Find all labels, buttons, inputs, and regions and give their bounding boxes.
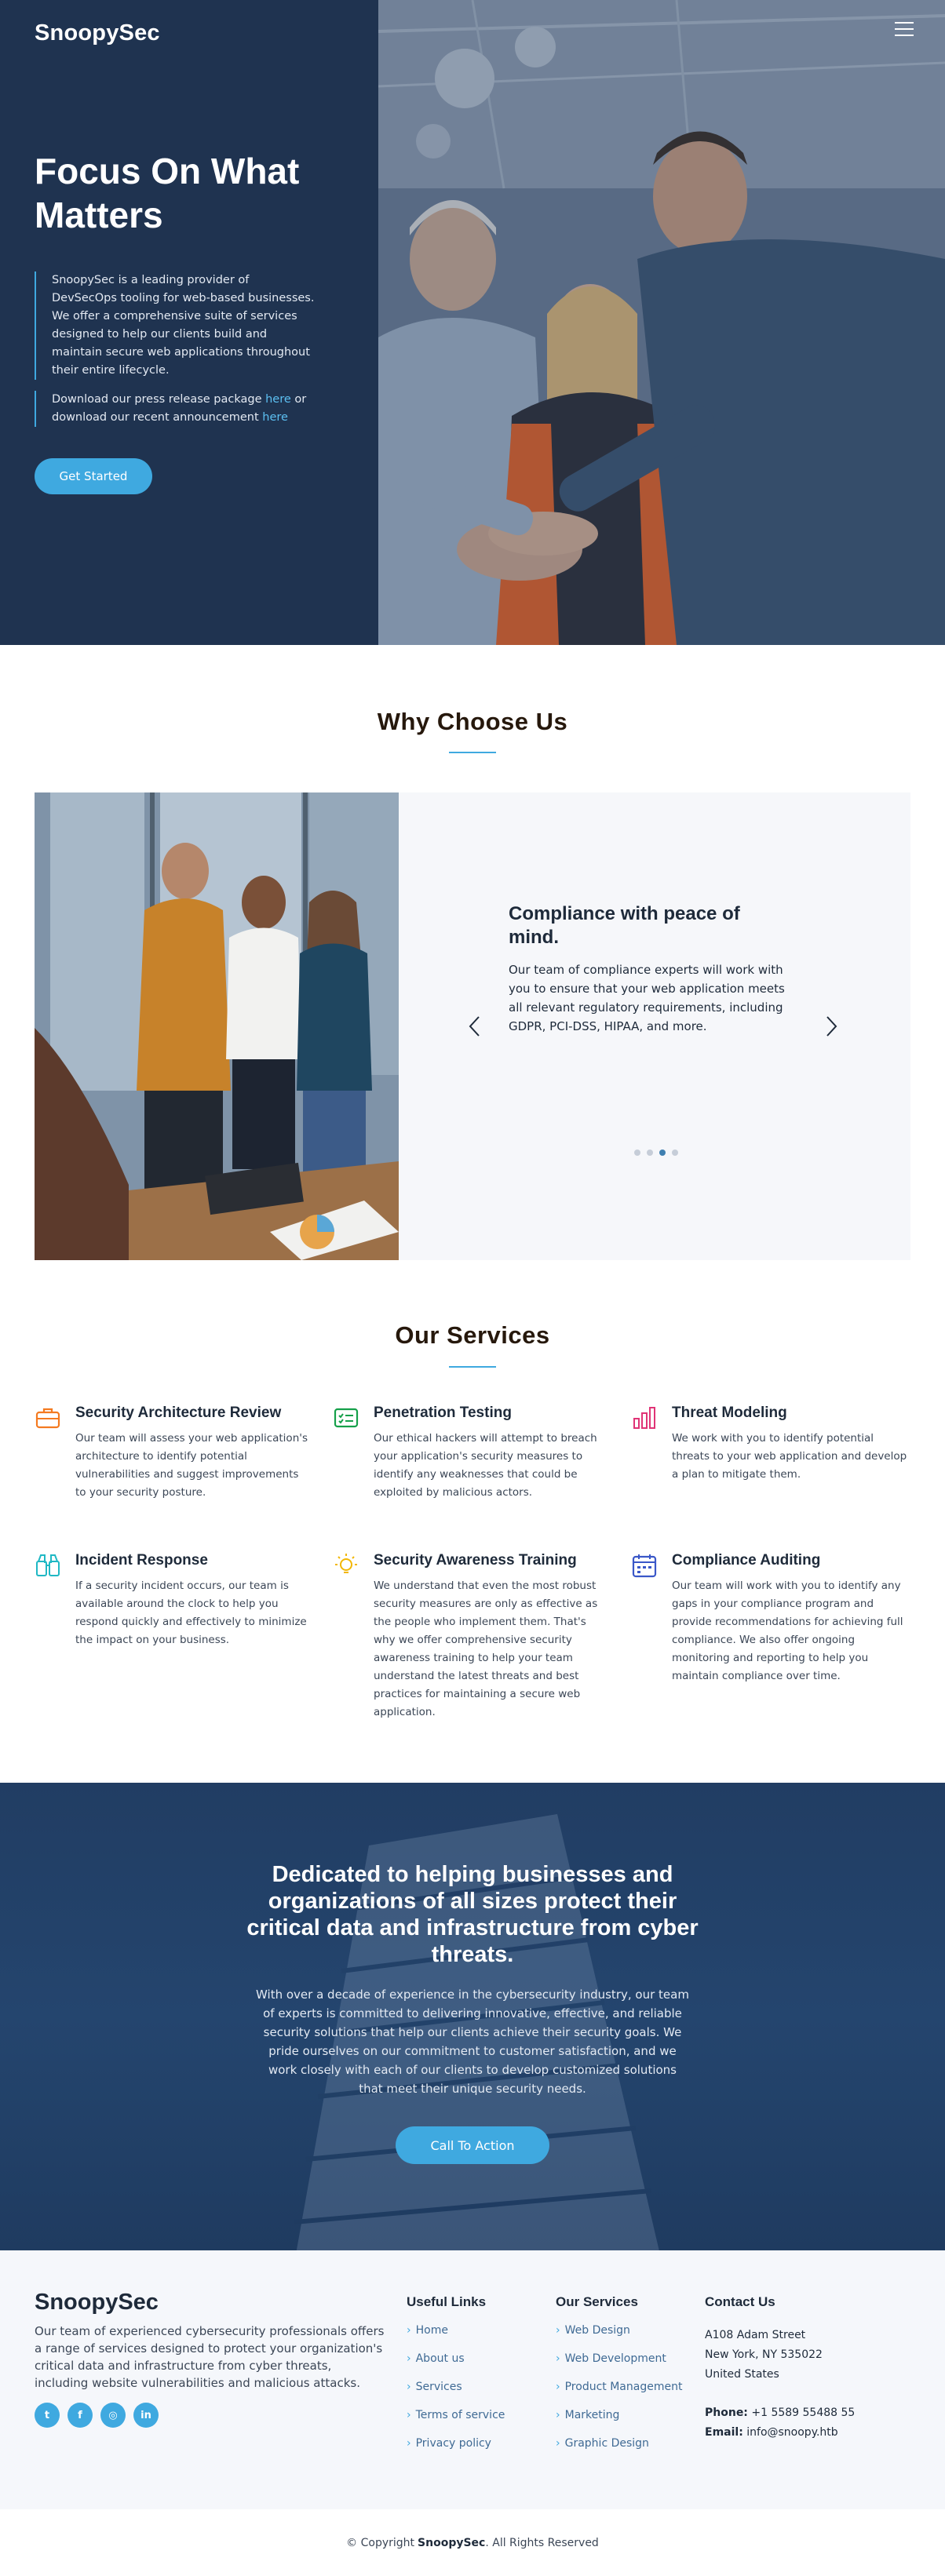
footer-service-graphic-design[interactable]: Graphic Design bbox=[556, 2436, 682, 2451]
twitter-icon[interactable]: t bbox=[35, 2403, 60, 2428]
address-line: New York, NY 535022 bbox=[705, 2348, 823, 2361]
service-title: Incident Response bbox=[75, 1552, 208, 1569]
briefcase-icon bbox=[35, 1408, 60, 1429]
binoculars-icon bbox=[36, 1554, 60, 1576]
slide-text: Our team of compliance experts will work… bbox=[509, 963, 785, 1033]
email-label: Email: bbox=[705, 2426, 743, 2439]
useful-links-column: Useful Links Home About us Services Term… bbox=[407, 2294, 505, 2464]
hero-download-text: Download our press release package here … bbox=[35, 391, 317, 427]
why-carousel: Compliance with peace of mind. Our team … bbox=[399, 792, 910, 1260]
slide-title: Compliance with peace of mind. bbox=[509, 903, 740, 948]
service-title: Security Awareness Training bbox=[374, 1552, 577, 1569]
carousel-dot[interactable] bbox=[634, 1150, 640, 1156]
contact-phone-email: Phone: +1 5589 55488 55 Email: info@snoo… bbox=[705, 2403, 909, 2443]
carousel-dot[interactable] bbox=[647, 1150, 653, 1156]
copyright-brand: SnoopySec bbox=[418, 2536, 486, 2549]
hero-image bbox=[378, 0, 945, 645]
service-text: If a security incident occurs, our team … bbox=[75, 1579, 307, 1646]
footer-service-web-design[interactable]: Web Design bbox=[556, 2323, 682, 2338]
facebook-icon[interactable]: f bbox=[68, 2403, 93, 2428]
linkedin-icon[interactable]: in bbox=[133, 2403, 159, 2428]
office-team-photo bbox=[35, 792, 399, 1260]
instagram-icon[interactable]: ◎ bbox=[100, 2403, 126, 2428]
our-services-column: Our Services Web Design Web Development … bbox=[556, 2294, 682, 2464]
carousel-pagination bbox=[634, 1150, 678, 1156]
office-team-illustration bbox=[35, 792, 399, 1260]
service-title: Compliance Auditing bbox=[672, 1552, 821, 1569]
useful-links-title: Useful Links bbox=[407, 2294, 487, 2309]
hero-title: Focus On What Matters bbox=[35, 151, 300, 235]
announcement-link[interactable]: here bbox=[262, 411, 288, 424]
why-choose-us-title: Why Choose Us bbox=[377, 708, 568, 735]
footer-service-web-development[interactable]: Web Development bbox=[556, 2351, 682, 2366]
site-logo[interactable]: SnoopySec bbox=[35, 20, 160, 46]
lightbulb-icon bbox=[335, 1554, 357, 1573]
calendar-icon bbox=[632, 1554, 657, 1578]
cta-section: Dedicated to helping businesses and orga… bbox=[0, 1783, 945, 2250]
footer-link-services[interactable]: Services bbox=[407, 2379, 505, 2395]
service-title: Penetration Testing bbox=[374, 1405, 512, 1421]
footer-link-home[interactable]: Home bbox=[407, 2323, 505, 2338]
contact-title: Contact Us bbox=[705, 2294, 775, 2309]
why-title-underline bbox=[449, 752, 496, 753]
get-started-button[interactable]: Get Started bbox=[35, 458, 152, 494]
footer-link-privacy[interactable]: Privacy policy bbox=[407, 2436, 505, 2451]
email-value[interactable]: info@snoopy.htb bbox=[746, 2426, 837, 2439]
service-text: Our team will work with you to identify … bbox=[672, 1579, 903, 1682]
service-text: Our team will assess your web applicatio… bbox=[75, 1432, 308, 1499]
cta-text: With over a decade of experience in the … bbox=[256, 1988, 689, 2096]
bar-chart-icon bbox=[633, 1407, 655, 1429]
hero-section: SnoopySec Focus On What Matters SnoopySe… bbox=[0, 0, 945, 645]
footer-service-product-management[interactable]: Product Management bbox=[556, 2379, 683, 2395]
chevron-left-icon[interactable] bbox=[465, 1011, 483, 1042]
service-text: Our ethical hackers will attempt to brea… bbox=[374, 1432, 597, 1499]
copyright-suffix: . All Rights Reserved bbox=[485, 2536, 599, 2549]
address-line: A108 Adam Street bbox=[705, 2329, 806, 2341]
service-title: Security Architecture Review bbox=[75, 1405, 282, 1421]
copyright-bar: © Copyright SnoopySec. All Rights Reserv… bbox=[0, 2509, 945, 2576]
hero-description: SnoopySec is a leading provider of DevSe… bbox=[35, 271, 317, 380]
phone-value: +1 5589 55488 55 bbox=[751, 2407, 856, 2419]
footer-service-marketing[interactable]: Marketing bbox=[556, 2407, 682, 2423]
footer-link-terms[interactable]: Terms of service bbox=[407, 2407, 505, 2423]
our-services-footer-title: Our Services bbox=[556, 2294, 638, 2309]
footer-about: Our team of experienced cybersecurity pr… bbox=[35, 2324, 385, 2390]
team-hands-photo bbox=[378, 0, 945, 645]
carousel-dot-active[interactable] bbox=[659, 1150, 666, 1156]
press-release-link[interactable]: here bbox=[265, 393, 291, 406]
footer-link-about[interactable]: About us bbox=[407, 2351, 505, 2366]
download-prefix: Download our press release package bbox=[52, 393, 266, 406]
footer-logo[interactable]: SnoopySec bbox=[35, 2290, 159, 2315]
call-to-action-button[interactable]: Call To Action bbox=[396, 2126, 549, 2164]
service-text: We understand that even the most robust … bbox=[374, 1579, 598, 1718]
copyright-prefix: © Copyright bbox=[346, 2536, 415, 2549]
service-title: Threat Modeling bbox=[672, 1405, 787, 1421]
social-links: t f ◎ in bbox=[35, 2403, 159, 2428]
card-checklist-icon bbox=[334, 1408, 359, 1428]
address-line: United States bbox=[705, 2368, 779, 2381]
hamburger-icon[interactable] bbox=[895, 22, 914, 38]
cta-title: Dedicated to helping businesses and orga… bbox=[246, 1862, 699, 1967]
carousel-dot[interactable] bbox=[672, 1150, 678, 1156]
contact-column: Contact Us A108 Adam Street New York, NY… bbox=[705, 2294, 909, 2443]
services-title-underline bbox=[449, 1366, 496, 1368]
chevron-right-icon[interactable] bbox=[823, 1011, 841, 1042]
contact-address: A108 Adam Street New York, NY 535022 Uni… bbox=[705, 2326, 909, 2385]
footer: SnoopySec Our team of experienced cybers… bbox=[0, 2250, 945, 2509]
service-text: We work with you to identify potential t… bbox=[672, 1432, 907, 1481]
phone-label: Phone: bbox=[705, 2407, 748, 2419]
our-services-title: Our Services bbox=[395, 1321, 550, 1349]
